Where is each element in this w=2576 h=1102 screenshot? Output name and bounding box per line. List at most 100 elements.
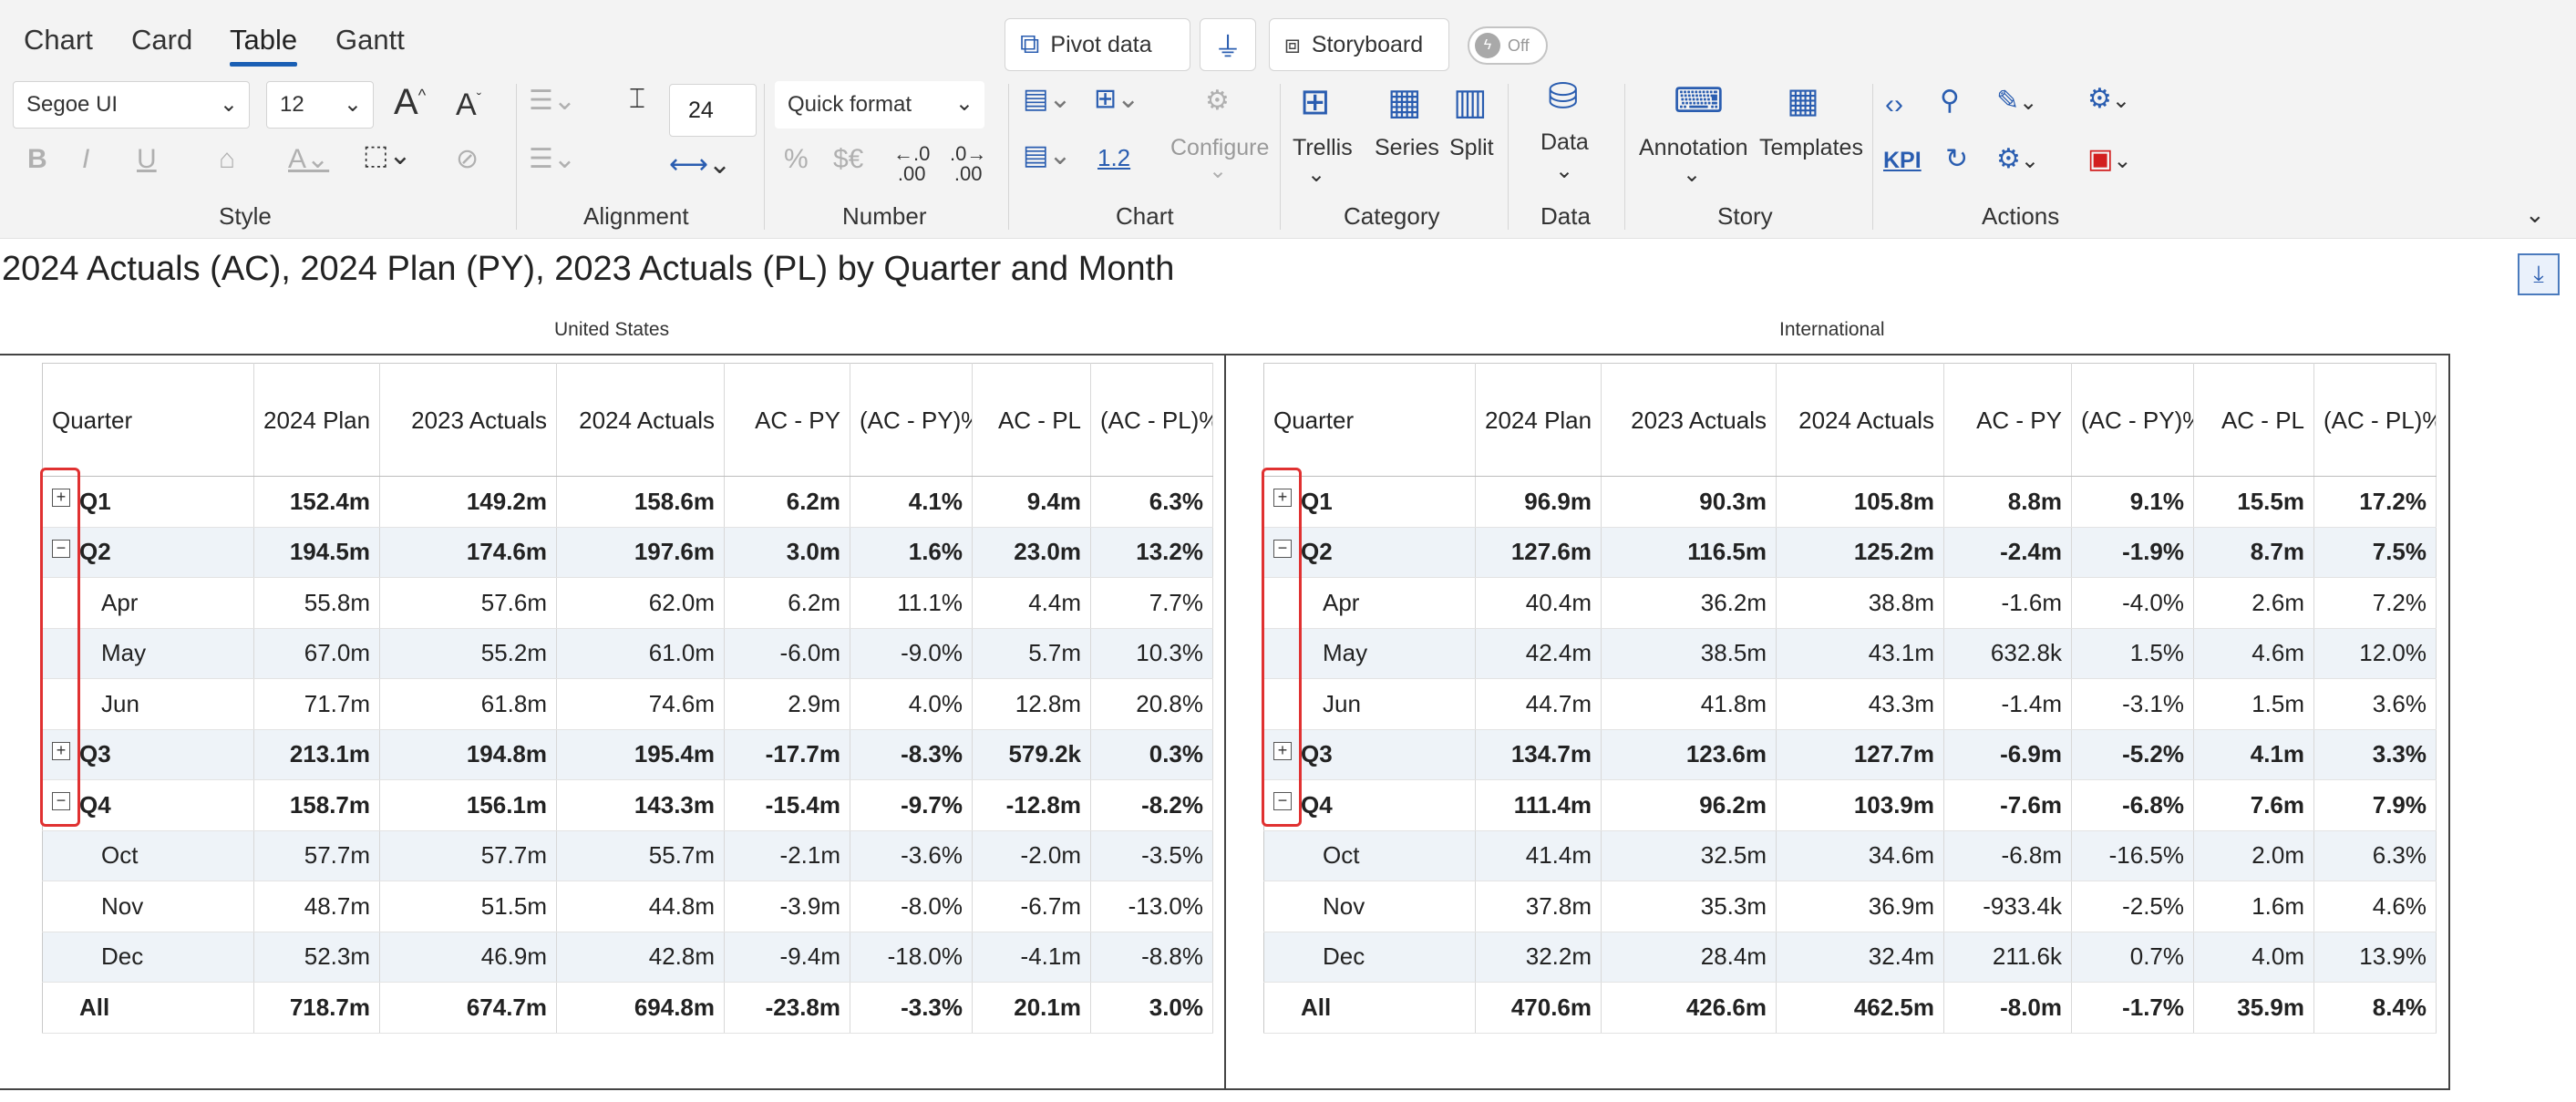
table-cell: 6.3% [1090,476,1213,528]
split-button[interactable]: Split [1449,135,1494,161]
column-header[interactable]: Quarter [1263,363,1476,477]
borders-icon[interactable]: ⬚⌄ [363,142,411,170]
configure-button[interactable]: Configure [1170,135,1269,161]
settings-doc-icon[interactable]: ⚙⌄ [2087,86,2130,113]
align-left-icon[interactable]: ☰⌄ [529,88,576,115]
search-icon[interactable]: ⚲ [1940,88,1960,115]
table-cell: 4.4m [972,577,1091,629]
column-header[interactable]: AC - PL [972,363,1091,477]
data-button[interactable]: Data [1540,129,1589,156]
bold-icon[interactable]: B [27,146,47,173]
table-cell: 35.9m [2193,982,2314,1034]
storyboard-button[interactable]: ⧈ Storyboard [1269,18,1449,71]
column-header[interactable]: AC - PL [2193,363,2314,477]
column-header[interactable]: 2023 Actuals [379,363,557,477]
table-cell: -8.2% [1090,779,1213,831]
italic-icon[interactable]: I [82,146,89,173]
table-cell: -3.1% [2071,678,2194,730]
filter-button[interactable]: ⏚ [1200,18,1256,71]
chevron-down-icon: ⌄ [1683,162,1702,187]
column-header[interactable]: (AC - PY)% [850,363,973,477]
increase-font-icon[interactable]: A^ [394,84,426,120]
table-cell: -9.0% [850,628,973,679]
table-cell: -3.5% [1090,830,1213,881]
pivot-data-button[interactable]: ⧉ Pivot data [1005,18,1190,71]
spacing-input[interactable]: 24 [669,84,757,137]
font-color-icon[interactable]: A⌄ [288,146,329,173]
column-header[interactable]: Quarter [42,363,254,477]
settings-icon[interactable]: ⚙⌄ [1996,146,2039,173]
hide-icon[interactable]: ⊘ [456,146,479,173]
column-header[interactable]: 2024 Plan [253,363,380,477]
column-header[interactable]: AC - PY [1943,363,2072,477]
refresh-icon[interactable]: ↻ [1945,146,1968,173]
tab-chart[interactable]: Chart [24,24,93,57]
collapse-ribbon-icon[interactable]: ⌄ [2525,202,2545,226]
font-family-select[interactable]: Segoe UI ⌄ [13,81,250,129]
row-label: All [1263,982,1476,1034]
table-cell: -7.6m [1943,779,2072,831]
percent-icon[interactable]: % [784,146,809,173]
column-header[interactable]: 2024 Actuals [1776,363,1944,477]
table-cell: -9.7% [850,779,973,831]
column-header[interactable]: (AC - PL)% [1090,363,1213,477]
table-cell: 10.3% [1090,628,1213,679]
table-cell: -1.4m [1943,678,2072,730]
table-cell: -1.9% [2071,527,2194,578]
decrease-font-icon[interactable]: Aˇ [456,89,481,120]
table-cell: 0.3% [1090,729,1213,780]
fill-color-icon[interactable]: ⌂ [219,146,235,173]
table-united-states: Quarter 2024 Plan 2023 Actuals 2024 Actuals… [42,363,1213,1034]
row-label-text: Nov [101,891,144,920]
column-header[interactable]: (AC - PY)% [2071,363,2194,477]
table-cell: -8.3% [850,729,973,780]
table-cell: 35.3m [1601,881,1777,932]
arrange-icon[interactable]: ⊞⌄ [1094,86,1139,113]
pdf-icon[interactable]: ▣⌄ [2087,146,2131,173]
increase-decimal-icon[interactable]: .0→ .00 [950,144,986,184]
tab-gantt[interactable]: Gantt [335,24,405,57]
decrease-decimal-icon[interactable]: ←.0.00 [893,144,930,184]
column-header[interactable]: (AC - PL)% [2313,363,2437,477]
column-header[interactable]: AC - PY [724,363,850,477]
underline-icon[interactable]: U [137,146,157,173]
number-format-button[interactable]: 1.2 [1097,144,1130,172]
table-cell: 579.2k [972,729,1091,780]
column-header[interactable]: 2023 Actuals [1601,363,1777,477]
quick-format-select[interactable]: Quick format ⌄ [775,81,984,129]
column-header[interactable]: 2024 Actuals [556,363,725,477]
table-row: Oct 41.4m 32.5m 34.6m -6.8m -16.5% 2.0m 6.3% [1263,830,2437,881]
storyboard-toggle[interactable]: ϟ Off [1468,26,1548,65]
tab-table[interactable]: Table [230,24,297,57]
group-story: Story [1717,202,1773,230]
table-cell: 4.0% [850,678,973,730]
align-vertical-icon[interactable]: ☰⌄ [529,146,576,173]
table-cell: 9.1% [2071,476,2194,528]
font-size-select[interactable]: 12 ⌄ [266,81,374,129]
column-width-icon[interactable]: ⟷⌄ [669,151,731,179]
row-label-text: Q4 [1301,790,1333,819]
layout-icon[interactable]: ▤⌄ [1023,86,1072,113]
row-label: Oct [42,830,254,881]
table-cell: 7.6m [2193,779,2314,831]
tab-card[interactable]: Card [131,24,192,57]
table-cell: 123.6m [1601,729,1777,780]
table-cell: 32.2m [1475,932,1602,983]
series-button[interactable]: Series [1375,135,1439,161]
divider [1624,84,1625,230]
templates-button[interactable]: Templates [1759,135,1863,161]
download-icon[interactable]: ⤓ [2518,253,2560,295]
code-icon[interactable]: ‹› [1885,91,1903,118]
column-header[interactable]: 2024 Plan [1475,363,1602,477]
kpi-button[interactable]: KPI [1883,148,1922,174]
table-row: Apr 40.4m 36.2m 38.8m -1.6m -4.0% 2.6m 7.2% [1263,577,2437,629]
currency-icon[interactable]: $€ [833,146,863,173]
annotation-button[interactable]: Annotation [1639,135,1748,161]
group-category: Category [1344,202,1440,230]
trellis-button[interactable]: Trellis [1293,135,1353,161]
paint-icon[interactable]: ✎⌄ [1996,88,2037,115]
row-label-text: Jun [101,689,139,717]
chevron-down-icon: ⌄ [1307,162,1326,187]
stack-icon[interactable]: ▤⌄ [1023,142,1072,170]
annotation-icon: ⌨ [1674,82,1724,120]
